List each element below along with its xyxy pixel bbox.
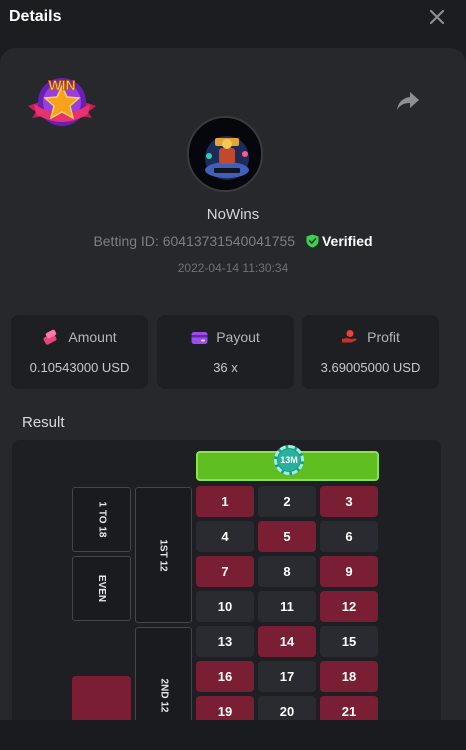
bottom-bar [0,720,466,750]
roulette-board: 13M 1 TO 18 EVEN 1ST 12 2ND 12 123456789… [12,440,441,720]
roulette-number-17: 17 [258,661,316,692]
roulette-number-4: 4 [196,521,254,552]
bet-details-panel: WIN NoWins Betting ID: 60413731540041755… [0,48,466,720]
modal-title: Details [9,8,62,25]
share-button[interactable] [396,90,420,112]
red-bet-cell [72,676,131,720]
username: NoWins [206,206,260,223]
roulette-number-7: 7 [196,556,254,587]
roulette-number-11: 11 [258,591,316,622]
roulette-number-14: 14 [258,626,316,657]
first-dozen-label: 1ST 12 [158,538,169,572]
payout-icon [191,332,208,344]
payout-label: Payout [216,329,260,345]
roulette-number-8: 8 [258,556,316,587]
profit-card: Profit 3.69005000 USD [302,315,439,389]
second-dozen-label: 2ND 12 [158,678,169,712]
roulette-number-9: 9 [320,556,378,587]
low-bet-label: 1 TO 18 [95,501,107,538]
low-bet-cell: 1 TO 18 [72,487,131,552]
first-dozen-cell: 1ST 12 [135,487,192,623]
roulette-number-5: 5 [258,521,316,552]
close-icon [429,9,445,25]
verified-shield-icon [306,234,319,248]
amount-card: Amount 0.10543000 USD [11,315,148,389]
amount-label: Amount [68,329,117,345]
profit-value: 3.69005000 USD [320,360,421,375]
share-icon [397,92,419,110]
game-thumbnail [187,116,263,192]
second-dozen-cell: 2ND 12 [135,627,192,720]
close-button[interactable] [426,6,448,28]
roulette-number-19: 19 [196,696,254,720]
roulette-number-6: 6 [320,521,378,552]
roulette-number-3: 3 [320,486,378,517]
timestamp: 2022-04-14 11:30:34 [177,261,289,275]
betting-id-label: Betting ID: [93,233,159,249]
roulette-number-16: 16 [196,661,254,692]
roulette-number-18: 18 [320,661,378,692]
amount-value: 0.10543000 USD [29,360,130,375]
betting-id-row: Betting ID: 60413731540041755 Verified [0,233,466,249]
bet-chip-label: 13M [278,449,300,471]
even-bet-label: EVEN [95,574,107,603]
win-badge: WIN [26,72,98,134]
payout-card: Payout 36 x [157,315,294,389]
bet-chip: 13M [274,445,304,475]
betting-id-value: 60413731540041755 [162,233,296,249]
amount-icon [43,329,57,345]
even-bet-cell: EVEN [72,556,131,621]
roulette-number-21: 21 [320,696,378,720]
roulette-number-20: 20 [258,696,316,720]
payout-value: 36 x [213,360,238,375]
win-badge-text: WIN [48,77,75,93]
roulette-number-2: 2 [258,486,316,517]
modal-header: Details [0,0,466,36]
roulette-number-10: 10 [196,591,254,622]
result-label: Result [22,414,65,431]
profit-label: Profit [367,329,400,345]
roulette-number-15: 15 [320,626,378,657]
verified-label: Verified [321,233,373,249]
roulette-number-13: 13 [196,626,254,657]
profit-icon [342,330,357,343]
roulette-number-1: 1 [196,486,254,517]
roulette-number-12: 12 [320,591,378,622]
details-modal: Details WIN NoWins Betting ID: 604137315… [0,0,466,750]
